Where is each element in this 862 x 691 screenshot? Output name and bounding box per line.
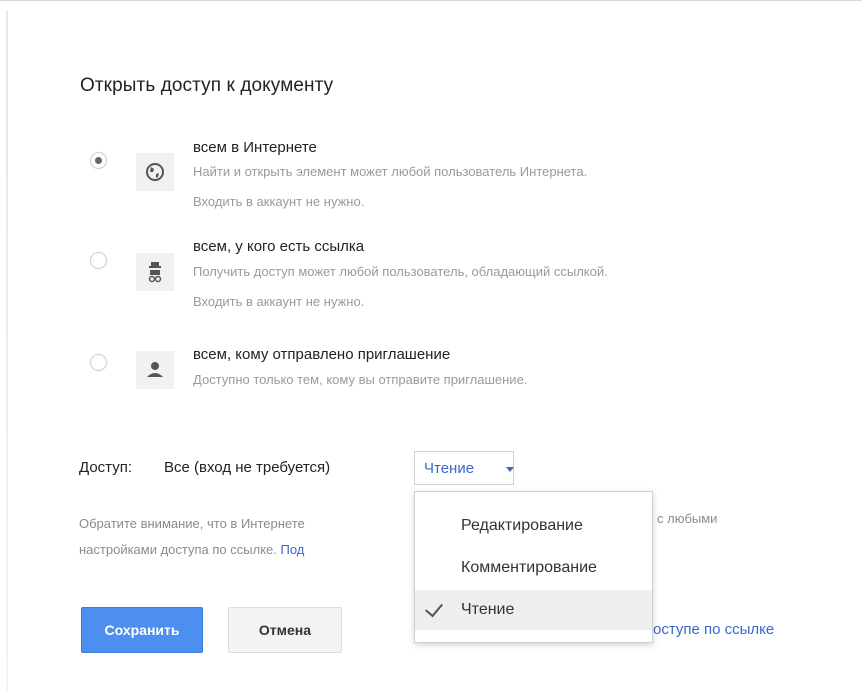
menu-item-view-label: Чтение [461, 601, 515, 618]
menu-item-edit[interactable]: Редактирование [415, 506, 652, 546]
share-dialog: Открыть доступ к документу всем в Интерн… [0, 0, 862, 691]
incognito-person-icon [136, 253, 174, 291]
link-access-help[interactable]: оступе по ссылке [653, 621, 774, 638]
option-invited-title: всем, кому отправлено приглашение [193, 346, 451, 363]
dialog-edge [6, 11, 8, 691]
cancel-button[interactable]: Отмена [228, 607, 342, 653]
radio-public[interactable] [90, 152, 107, 169]
option-link-desc2: Входить в аккаунт не нужно. [193, 294, 365, 309]
globe-icon [136, 153, 174, 191]
menu-item-edit-label: Редактирование [461, 517, 583, 534]
access-label: Доступ: [79, 459, 132, 476]
option-invited-desc: Доступно только тем, кому вы отправите п… [193, 372, 528, 387]
menu-item-comment-label: Комментирование [461, 559, 597, 576]
option-link-title: всем, у кого есть ссылка [193, 238, 365, 255]
access-level-select[interactable]: Чтение [414, 451, 514, 485]
access-value: Все (вход не требуется) [164, 459, 331, 476]
option-public-title: всем в Интернете [193, 139, 317, 156]
menu-item-view[interactable]: Чтение [415, 590, 652, 630]
radio-link[interactable] [90, 252, 107, 269]
note-help-link[interactable]: Под [281, 542, 305, 557]
access-level-selected: Чтение [424, 460, 475, 477]
dialog-title: Открыть доступ к документу [80, 75, 334, 96]
note-line2-text: настройками доступа по ссылке. [79, 542, 277, 557]
access-level-menu: Редактирование Комментирование Чтение [414, 491, 653, 643]
menu-item-comment[interactable]: Комментирование [415, 548, 652, 588]
checkmark-icon [425, 598, 443, 618]
person-icon [136, 351, 174, 389]
chevron-down-icon [506, 467, 514, 472]
save-button[interactable]: Сохранить [81, 607, 203, 653]
radio-invited[interactable] [90, 354, 107, 371]
option-link-desc1: Получить доступ может любой пользователь… [193, 264, 608, 279]
option-public-desc2: Входить в аккаунт не нужно. [193, 194, 365, 209]
note-line1-right: с любыми [657, 511, 718, 526]
option-public-desc1: Найти и открыть элемент может любой поль… [193, 164, 588, 179]
